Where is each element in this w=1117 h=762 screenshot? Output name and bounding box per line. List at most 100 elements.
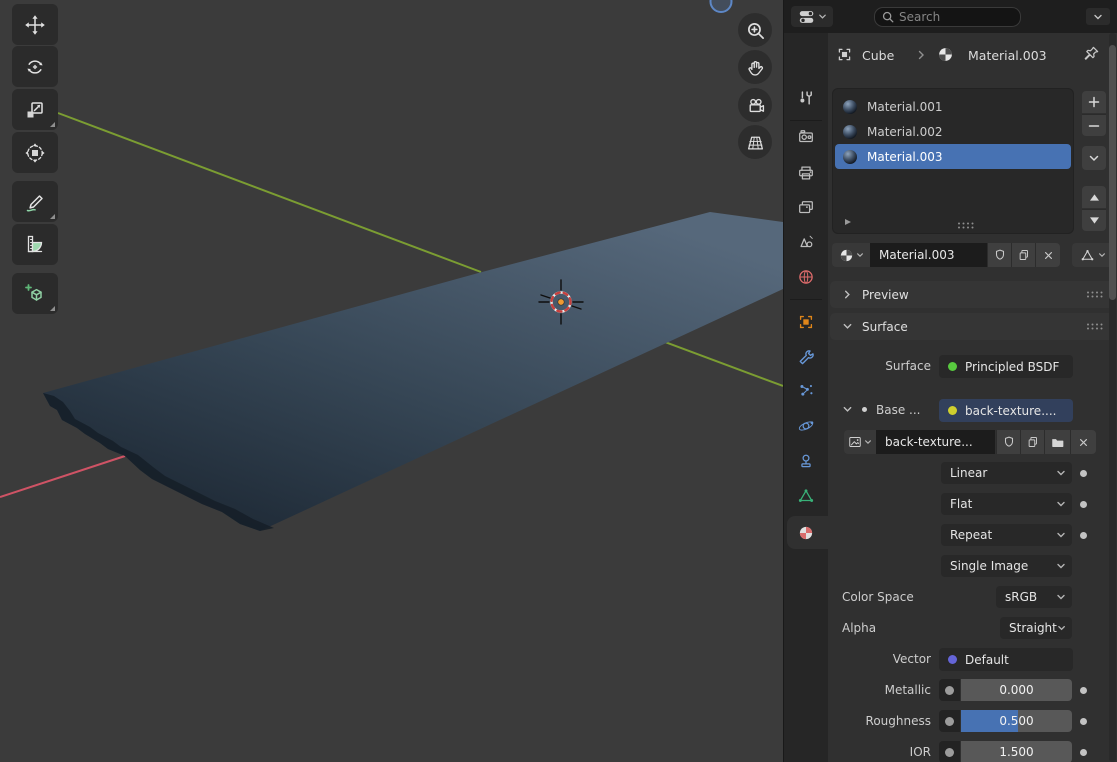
alpha-dropdown[interactable]: Straight bbox=[1000, 617, 1072, 639]
tab-view-layer[interactable] bbox=[784, 191, 828, 225]
annotate-tool-button[interactable] bbox=[12, 181, 58, 222]
move-slot-up-button[interactable] bbox=[1082, 186, 1106, 208]
metallic-slider[interactable]: 0.000 bbox=[961, 679, 1072, 701]
material-slot-row[interactable]: Material.001 bbox=[835, 94, 1071, 119]
move-slot-down-button[interactable] bbox=[1082, 209, 1106, 231]
chevron-down-icon[interactable] bbox=[842, 404, 853, 415]
surface-panel-header[interactable]: Surface bbox=[830, 313, 1116, 340]
animate-property-dot[interactable] bbox=[1080, 687, 1087, 694]
base-color-label: Base ... bbox=[876, 403, 920, 418]
extension-dropdown[interactable]: Repeat bbox=[941, 524, 1072, 546]
browse-image-button[interactable] bbox=[844, 430, 876, 454]
properties-search[interactable] bbox=[874, 7, 1021, 27]
surface-shader-button[interactable]: Principled BSDF bbox=[939, 355, 1073, 378]
3d-viewport[interactable] bbox=[0, 0, 783, 762]
preview-panel-header[interactable]: Preview bbox=[830, 281, 1116, 308]
zoom-control-button[interactable] bbox=[738, 13, 772, 47]
pan-control-button[interactable] bbox=[738, 50, 772, 84]
breadcrumb-material[interactable]: Material.003 bbox=[968, 48, 1047, 63]
mesh-data-icon bbox=[797, 487, 815, 505]
material-name-input[interactable] bbox=[879, 248, 987, 262]
images-stack-icon bbox=[797, 199, 815, 217]
drag-grip-icon[interactable] bbox=[1086, 322, 1104, 331]
pin-icon[interactable] bbox=[1083, 45, 1100, 62]
measure-tool-button[interactable] bbox=[12, 224, 58, 265]
orthographic-toggle-button[interactable] bbox=[738, 125, 772, 159]
rotate-tool-button[interactable] bbox=[12, 46, 58, 87]
move-tool-button[interactable] bbox=[12, 4, 58, 45]
ior-slider[interactable]: 1.500 bbox=[961, 741, 1072, 762]
search-input[interactable] bbox=[899, 10, 999, 24]
tab-constraints[interactable] bbox=[784, 444, 828, 478]
animate-property-dot[interactable] bbox=[1080, 470, 1087, 477]
breadcrumb-object[interactable]: Cube bbox=[862, 48, 894, 63]
wrench-icon bbox=[797, 348, 815, 366]
link-material-to-button[interactable] bbox=[1072, 243, 1113, 267]
tab-render[interactable] bbox=[784, 120, 828, 154]
fake-user-button[interactable] bbox=[987, 243, 1011, 267]
base-color-link-button[interactable]: back-texture.... bbox=[939, 399, 1073, 422]
roughness-socket[interactable] bbox=[939, 710, 960, 732]
tab-material[interactable] bbox=[784, 516, 828, 550]
material-slot-row-selected[interactable]: Material.003 bbox=[835, 144, 1071, 169]
tab-particles[interactable] bbox=[784, 374, 828, 408]
triangle-up-icon bbox=[1089, 193, 1100, 202]
browse-material-button[interactable] bbox=[832, 243, 870, 267]
tab-scene[interactable] bbox=[784, 225, 828, 259]
scale-tool-button[interactable] bbox=[12, 89, 58, 130]
ior-socket[interactable] bbox=[939, 741, 960, 762]
remove-slot-button[interactable] bbox=[1082, 114, 1106, 136]
zoom-icon bbox=[746, 21, 765, 40]
duplicate-image-button[interactable] bbox=[1020, 430, 1044, 454]
animate-property-dot[interactable] bbox=[1080, 501, 1087, 508]
nav-gizmo-axis-ball[interactable] bbox=[711, 0, 732, 12]
vector-input-button[interactable]: Default bbox=[939, 648, 1073, 671]
animate-property-dot[interactable] bbox=[1080, 718, 1087, 725]
slot-specials-menu-button[interactable] bbox=[1082, 146, 1106, 170]
move-icon bbox=[24, 14, 46, 36]
image-name-input[interactable] bbox=[885, 435, 995, 449]
source-dropdown[interactable]: Single Image bbox=[941, 555, 1072, 577]
roughness-slider[interactable]: 0.500 bbox=[961, 710, 1072, 732]
add-slot-button[interactable] bbox=[1082, 91, 1106, 113]
tab-object[interactable] bbox=[784, 305, 828, 339]
unlink-image-button[interactable] bbox=[1070, 430, 1096, 454]
particles-icon bbox=[797, 382, 815, 400]
editor-type-selector[interactable] bbox=[791, 6, 833, 27]
camera-view-button[interactable] bbox=[738, 88, 772, 122]
scrollbar-thumb[interactable] bbox=[1109, 45, 1116, 300]
animate-property-dot[interactable] bbox=[1080, 532, 1087, 539]
tab-object-data[interactable] bbox=[784, 479, 828, 513]
projection-dropdown[interactable]: Flat bbox=[941, 493, 1072, 515]
open-image-button[interactable] bbox=[1044, 430, 1070, 454]
interpolation-dropdown[interactable]: Linear bbox=[941, 462, 1072, 484]
animate-property-dot[interactable] bbox=[1080, 749, 1087, 756]
tab-modifiers[interactable] bbox=[784, 340, 828, 374]
transform-tool-button[interactable] bbox=[12, 132, 58, 173]
material-slot-row[interactable]: Material.002 bbox=[835, 119, 1071, 144]
resize-grip-icon[interactable] bbox=[957, 221, 975, 230]
subtool-indicator bbox=[50, 214, 55, 219]
metallic-socket[interactable] bbox=[939, 679, 960, 701]
tab-output[interactable] bbox=[784, 156, 828, 190]
properties-editor-icon bbox=[798, 8, 816, 26]
duplicate-material-button[interactable] bbox=[1011, 243, 1035, 267]
scale-icon bbox=[24, 99, 46, 121]
properties-options-button[interactable] bbox=[1086, 8, 1110, 25]
base-color-value: back-texture.... bbox=[965, 404, 1056, 418]
color-space-dropdown[interactable]: sRGB bbox=[996, 586, 1072, 608]
filter-expand-triangle[interactable] bbox=[843, 217, 853, 227]
image-fake-user-button[interactable] bbox=[996, 430, 1020, 454]
tool-icon bbox=[797, 89, 815, 107]
extension-value: Repeat bbox=[950, 528, 992, 542]
drag-grip-icon[interactable] bbox=[1086, 290, 1104, 299]
add-cube-tool-button[interactable] bbox=[12, 273, 58, 314]
tab-world[interactable] bbox=[784, 260, 828, 294]
properties-editor: Cube Material.003 Material.001 Material.… bbox=[783, 0, 1117, 762]
unlink-material-button[interactable] bbox=[1035, 243, 1060, 267]
tab-physics[interactable] bbox=[784, 409, 828, 443]
material-name-field[interactable] bbox=[870, 243, 987, 267]
image-name-field[interactable] bbox=[876, 430, 995, 454]
tab-tool[interactable] bbox=[784, 81, 828, 115]
physics-orbit-icon bbox=[797, 417, 815, 435]
